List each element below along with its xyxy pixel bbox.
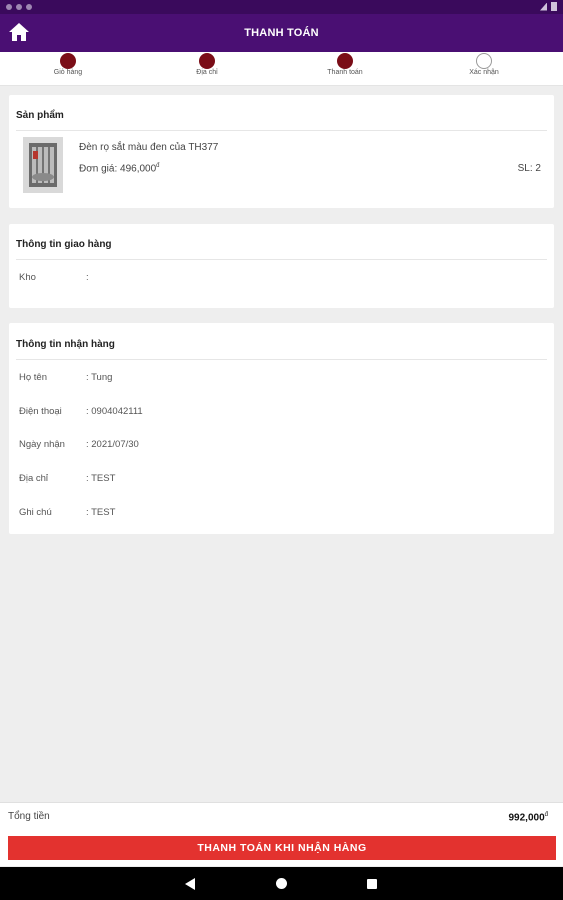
field-label: Ghi chú — [19, 507, 52, 518]
product-name: Đèn rọ sắt màu đen của TH377 — [79, 142, 219, 153]
step-payment: Thanh toán — [290, 52, 400, 86]
step-payment-indicator — [337, 53, 353, 69]
divider — [16, 359, 547, 360]
shipping-info-title: Thông tin giao hàng — [16, 239, 112, 250]
step-confirm-indicator — [476, 53, 492, 69]
field-label: Ngày nhận — [19, 439, 65, 450]
home-circle-icon[interactable] — [276, 878, 287, 889]
field-value: : — [86, 272, 89, 283]
field-value: : 2021/07/30 — [86, 439, 139, 450]
divider — [16, 130, 547, 131]
system-nav-bar — [0, 867, 563, 900]
battery-icon — [551, 2, 557, 11]
step-address: Địa chỉ — [152, 52, 262, 86]
field-value: : TEST — [86, 473, 116, 484]
receiver-note-row: Ghi chú : TEST — [19, 507, 115, 518]
product-quantity: SL: 2 — [517, 163, 541, 174]
step-cart-label: Giỏ hàng — [53, 69, 83, 76]
step-confirm: Xác nhận — [429, 52, 539, 86]
step-confirm-label: Xác nhận — [469, 69, 499, 76]
currency-symbol: đ — [156, 163, 160, 169]
field-value: : TEST — [86, 507, 116, 518]
divider — [16, 259, 547, 260]
product-card-title: Sản phẩm — [16, 110, 64, 121]
field-label: Kho — [19, 272, 36, 283]
receiver-name-row: Họ tên : Tung — [19, 372, 112, 383]
receiver-phone-row: Điện thoại : 0904042111 — [19, 406, 143, 417]
back-icon[interactable] — [185, 878, 195, 890]
total-label: Tổng tiền — [8, 811, 50, 822]
shipping-warehouse-row: Kho: — [19, 272, 89, 283]
cash-on-delivery-button[interactable]: THANH TOÁN KHI NHẬN HÀNG — [8, 836, 556, 860]
field-value: : Tung — [86, 372, 113, 383]
product-image[interactable] — [23, 137, 63, 193]
receiver-address-row: Địa chỉ : TEST — [19, 473, 115, 484]
step-cart: Giỏ hàng — [13, 52, 123, 86]
signal-icon — [540, 2, 547, 11]
status-icons-right — [540, 2, 557, 11]
product-unit-price: Đơn giá: 496,000đ — [79, 163, 160, 174]
field-label: Họ tên — [19, 372, 47, 383]
receiver-date-row: Ngày nhận : 2021/07/30 — [19, 439, 139, 450]
field-value: : 0904042111 — [86, 406, 143, 417]
receiver-info-title: Thông tin nhận hàng — [16, 339, 115, 350]
receiver-info-card: Thông tin nhận hàng Họ tên : Tung Điện th… — [9, 323, 554, 534]
checkout-stepper: Giỏ hàng Địa chỉ Thanh toán Xác nhận — [0, 52, 563, 86]
step-address-indicator — [199, 53, 215, 69]
currency-symbol: đ — [544, 812, 548, 818]
shipping-info-card: Thông tin giao hàng Kho: — [9, 224, 554, 308]
page-title: THANH TOÁN — [244, 27, 319, 39]
step-payment-label: Thanh toán — [327, 69, 363, 76]
field-label: Địa chỉ — [19, 473, 49, 484]
total-amount: 992,000đ — [509, 812, 549, 823]
product-card: Sản phẩm Đèn rọ sắt màu đen của TH377 Đơ… — [9, 95, 554, 208]
status-bar — [0, 0, 563, 14]
step-cart-indicator — [60, 53, 76, 69]
total-amount-text: 992,000 — [508, 812, 545, 824]
field-label: Điện thoại — [19, 406, 62, 417]
step-address-label: Địa chỉ — [196, 69, 218, 76]
app-bar: THANH TOÁN — [0, 14, 563, 52]
recent-apps-icon[interactable] — [367, 879, 377, 889]
status-icons-left — [6, 2, 46, 11]
checkout-footer: Tổng tiền 992,000đ THANH TOÁN KHI NHẬN H… — [0, 802, 563, 866]
product-unit-price-text: Đơn giá: 496,000 — [79, 163, 157, 175]
